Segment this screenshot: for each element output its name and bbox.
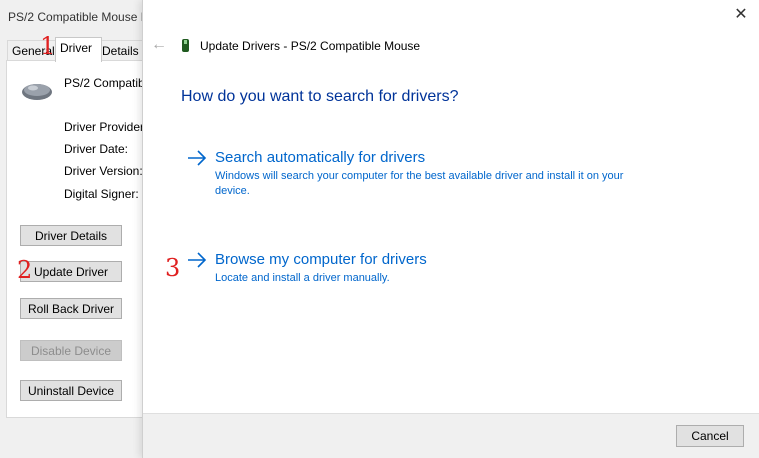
wizard-footer: Cancel bbox=[143, 413, 759, 458]
annotation-step-2: 2 bbox=[17, 256, 33, 284]
mouse-icon bbox=[22, 84, 52, 100]
wizard-heading: How do you want to search for drivers? bbox=[181, 88, 459, 105]
browse-my-computer-option[interactable]: Browse my computer for drivers Locate an… bbox=[187, 251, 657, 289]
tab-driver[interactable]: Driver bbox=[55, 37, 102, 62]
disable-device-button: Disable Device bbox=[20, 340, 122, 361]
wizard-title: Update Drivers - PS/2 Compatible Mouse bbox=[200, 39, 421, 53]
driver-details-button[interactable]: Driver Details bbox=[20, 225, 122, 246]
arrow-right-icon bbox=[188, 150, 207, 166]
roll-back-driver-button[interactable]: Roll Back Driver bbox=[20, 298, 122, 319]
search-automatically-description: Windows will search your computer for th… bbox=[215, 170, 624, 197]
device-icon bbox=[182, 39, 189, 52]
device-properties-dialog: PS/2 Compatible Mouse P General Details … bbox=[0, 0, 168, 458]
close-icon[interactable]: ✕ bbox=[732, 6, 750, 24]
driver-version-label: Driver Version: bbox=[64, 164, 143, 178]
driver-provider-label: Driver Provider: bbox=[64, 120, 148, 134]
search-automatically-title: Search automatically for drivers bbox=[215, 149, 426, 166]
arrow-right-icon bbox=[188, 252, 207, 268]
digital-signer-label: Digital Signer: bbox=[64, 187, 139, 201]
cancel-button[interactable]: Cancel bbox=[676, 425, 744, 447]
uninstall-device-button[interactable]: Uninstall Device bbox=[20, 380, 122, 401]
back-arrow-icon[interactable]: ← bbox=[151, 37, 167, 53]
annotation-step-1: 1 bbox=[40, 32, 56, 60]
tab-details[interactable]: Details bbox=[97, 40, 146, 61]
driver-date-label: Driver Date: bbox=[64, 142, 129, 156]
search-automatically-option[interactable]: Search automatically for drivers Windows… bbox=[187, 149, 657, 199]
annotation-step-3: 3 bbox=[165, 254, 181, 282]
update-drivers-wizard: ✕ ← Update Drivers - PS/2 Compatible Mou… bbox=[142, 0, 759, 458]
device-name: PS/2 Compatible bbox=[64, 76, 155, 90]
browse-my-computer-description: Locate and install a driver manually. bbox=[215, 272, 390, 284]
browse-my-computer-title: Browse my computer for drivers bbox=[215, 251, 427, 268]
update-driver-button[interactable]: Update Driver bbox=[20, 261, 122, 282]
properties-title: PS/2 Compatible Mouse P bbox=[8, 10, 149, 24]
